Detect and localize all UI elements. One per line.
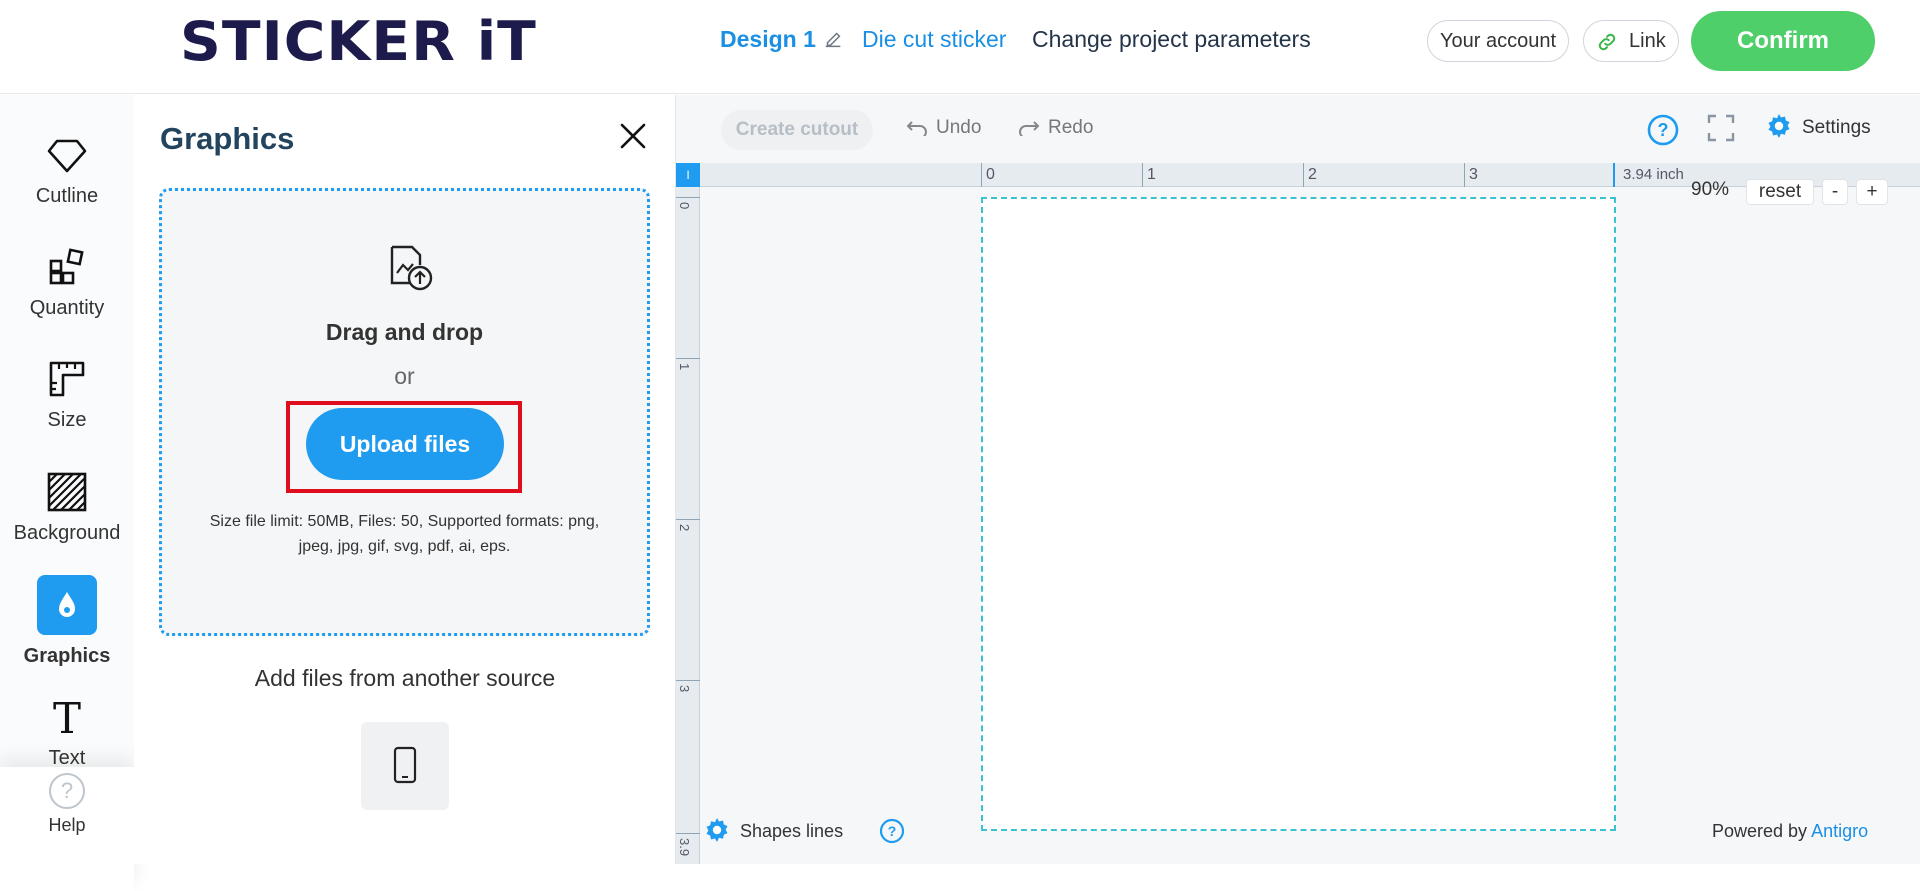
zoom-level: 90% (1691, 179, 1730, 200)
ruler-corner[interactable]: I (676, 163, 700, 187)
chain-link-icon (1598, 33, 1616, 51)
ruler-tick: 1 (1142, 163, 1156, 187)
graphics-panel: Graphics Drag and drop or Upload files S… (134, 95, 676, 864)
question-circle-icon: ? (49, 773, 85, 809)
zoom-in-button[interactable]: + (1856, 179, 1888, 205)
drop-icon (59, 592, 75, 617)
zoom-out-button[interactable]: - (1822, 179, 1848, 205)
link-button[interactable]: Link (1583, 20, 1679, 62)
tool-sidebar: Cutline Quantity Size Background Graphic… (0, 95, 134, 891)
antigro-link[interactable]: Antigro (1811, 821, 1868, 841)
smartphone-icon (393, 746, 417, 784)
graphics-active-badge (37, 575, 97, 635)
sidebar-item-label: Graphics (23, 645, 111, 667)
undo-icon (906, 121, 927, 139)
design-name[interactable]: Design 1 (720, 26, 816, 53)
ruler-tick-label: 3 (677, 685, 692, 693)
svg-text:T: T (53, 695, 81, 739)
svg-text:?: ? (1658, 120, 1669, 140)
ruler-tick: 3 (676, 680, 700, 692)
sticker-canvas[interactable] (981, 197, 1616, 831)
sidebar-item-quantity[interactable]: Quantity (0, 245, 134, 320)
close-icon[interactable] (618, 121, 648, 151)
confirm-button[interactable]: Confirm (1691, 11, 1875, 71)
file-limits-text: Size file limit: 50MB, Files: 50, Suppor… (209, 513, 600, 555)
sidebar-item-label: Size (47, 409, 87, 431)
gear-icon (1768, 114, 1790, 138)
redo-icon (1019, 121, 1040, 139)
help-label: Help (48, 815, 86, 835)
top-header: STICKER iT Design 1 Die cut sticker Chan… (0, 0, 1920, 94)
ruler-tick-label: 2 (677, 524, 692, 532)
sidebar-item-label: Cutline (35, 185, 99, 207)
sidebar-item-size[interactable]: Size (0, 357, 134, 432)
file-dropzone[interactable]: Drag and drop or Upload files Size file … (159, 188, 650, 636)
panel-title: Graphics (160, 121, 295, 156)
quantity-blocks-icon (49, 248, 84, 285)
undo-label: Undo (936, 117, 982, 138)
design-workspace: Create cutout Undo Redo ? Settings I 0 1… (676, 95, 1920, 864)
another-source-label: Add files from another source (254, 665, 556, 691)
upload-files-button[interactable]: Upload files (306, 408, 504, 480)
hatch-pattern-icon (47, 472, 87, 512)
horizontal-ruler (676, 163, 1920, 187)
image-upload-icon (390, 245, 433, 291)
phone-upload-button[interactable] (361, 722, 449, 810)
sidebar-item-label: Text (48, 747, 86, 769)
sidebar-item-cutline[interactable]: Cutline (0, 133, 134, 208)
sidebar-item-label: Background (13, 522, 121, 544)
diamond-outline-icon (47, 139, 87, 173)
ruler-tick: 0 (981, 163, 995, 187)
shapes-lines-toggle[interactable]: Shapes lines (704, 817, 843, 843)
sidebar-item-label: Quantity (29, 297, 105, 319)
powered-prefix: Powered by (1712, 821, 1808, 841)
sticker-it-logo[interactable]: STICKER iT (180, 10, 537, 73)
link-button-label: Link (1629, 30, 1666, 52)
redo-button[interactable]: Redo (1018, 117, 1093, 139)
ruler-tick: 3.9 (676, 833, 700, 856)
ruler-tick: 1 (676, 358, 700, 370)
settings-button[interactable]: Settings (1766, 113, 1871, 139)
ruler-icon (49, 361, 85, 397)
drag-and-drop-label: Drag and drop (325, 319, 484, 345)
change-project-parameters-link[interactable]: Change project parameters (1032, 26, 1311, 53)
ruler-tick-label: 0 (677, 202, 692, 210)
ruler-tick: 0 (676, 197, 700, 209)
help-circle-icon[interactable]: ? (879, 818, 905, 844)
pencil-icon[interactable] (822, 28, 844, 50)
ruler-tick: 3 (1464, 163, 1478, 187)
shapes-lines-label: Shapes lines (740, 821, 844, 841)
sidebar-help[interactable]: ? Help (0, 773, 134, 836)
text-t-icon: T (53, 695, 81, 739)
ruler-tick-label: 1 (677, 363, 692, 371)
undo-button[interactable]: Undo (906, 117, 981, 139)
or-label: or (394, 363, 415, 389)
ruler-end-label: 3.94 inch (1613, 163, 1684, 187)
create-cutout-button[interactable]: Create cutout (721, 110, 873, 150)
sidebar-item-graphics[interactable]: Graphics (0, 575, 134, 668)
zoom-reset-button[interactable]: reset (1746, 179, 1814, 205)
fullscreen-icon[interactable] (1706, 113, 1736, 143)
sidebar-item-background[interactable]: Background (0, 470, 134, 545)
ruler-tick-label: 3.9 (677, 838, 692, 857)
product-type-link[interactable]: Die cut sticker (862, 26, 1006, 53)
help-circle-icon[interactable]: ? (1646, 113, 1680, 147)
redo-label: Redo (1048, 117, 1094, 138)
ruler-tick: 2 (676, 519, 700, 531)
settings-label: Settings (1802, 117, 1871, 138)
sidebar-item-text[interactable]: T Text (0, 695, 134, 770)
gear-icon (706, 818, 728, 842)
your-account-button[interactable]: Your account (1427, 20, 1570, 62)
svg-text:?: ? (888, 823, 897, 839)
ruler-tick: 2 (1303, 163, 1317, 187)
powered-by: Powered by Antigro (1712, 821, 1868, 842)
